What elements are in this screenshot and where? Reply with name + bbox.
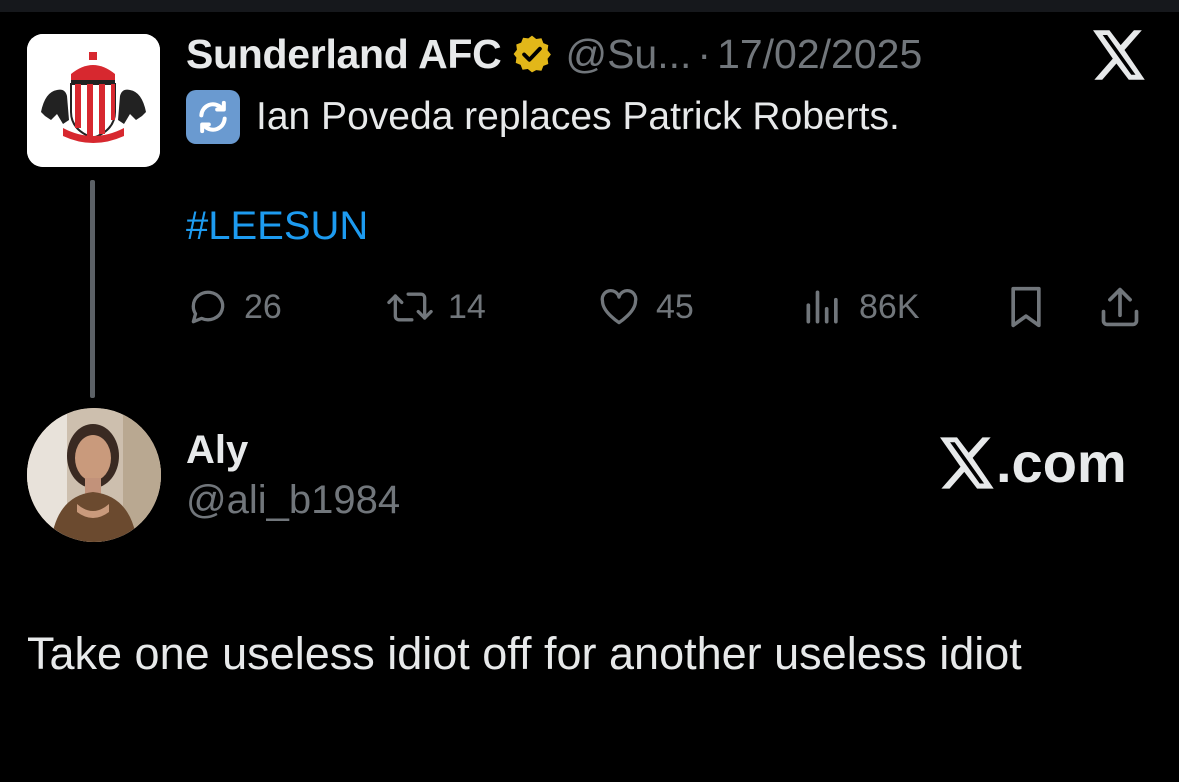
repost-button[interactable]: 14 (386, 280, 486, 334)
tweet-body: Ian Poveda replaces Patrick Roberts. (256, 95, 900, 138)
xcom-watermark: .com (940, 430, 1127, 495)
thread-line (90, 180, 95, 398)
like-count: 45 (656, 287, 694, 326)
separator-dot: · (697, 30, 712, 77)
watermark-text: .com (996, 431, 1127, 494)
reply-text: Take one useless idiot off for another u… (27, 628, 1022, 679)
reply-display-name[interactable]: Aly (186, 428, 248, 473)
x-logo-icon (940, 436, 994, 489)
views-icon (806, 290, 838, 324)
top-bar (0, 0, 1179, 12)
x-logo-icon (1093, 30, 1145, 80)
views-button[interactable]: 86K (801, 280, 920, 334)
verified-badge-icon[interactable] (511, 33, 553, 75)
tweet-header: Sunderland AFC @Su... · 17/02/2025 (186, 26, 922, 82)
hashtag-link[interactable]: #LEESUN (186, 204, 368, 249)
like-button[interactable]: 45 (596, 280, 694, 334)
bookmark-icon (1011, 286, 1041, 328)
user-avatar[interactable] (27, 408, 161, 542)
tweet-date[interactable]: 17/02/2025 (717, 31, 922, 78)
share-icon (1101, 287, 1139, 327)
reply-count: 26 (244, 287, 282, 326)
reply-handle[interactable]: @ali_b1984 (186, 478, 400, 523)
display-name[interactable]: Sunderland AFC (186, 31, 502, 78)
tweet-text: Ian Poveda replaces Patrick Roberts. (186, 90, 900, 144)
club-avatar[interactable] (27, 34, 160, 167)
club-crest-icon (27, 34, 160, 167)
views-count: 86K (859, 287, 920, 326)
action-bar: 26 14 45 86K (186, 280, 1146, 334)
user-photo-icon (27, 408, 161, 542)
repost-icon (387, 292, 433, 322)
repost-count: 14 (448, 287, 486, 326)
reply-button[interactable]: 26 (186, 280, 282, 334)
swap-arrows-emoji-icon (186, 90, 240, 144)
handle[interactable]: @Su... (565, 31, 691, 78)
reply-icon (191, 290, 225, 324)
like-icon (600, 289, 638, 325)
bookmark-button[interactable] (1004, 280, 1048, 334)
share-button[interactable] (1098, 280, 1142, 334)
